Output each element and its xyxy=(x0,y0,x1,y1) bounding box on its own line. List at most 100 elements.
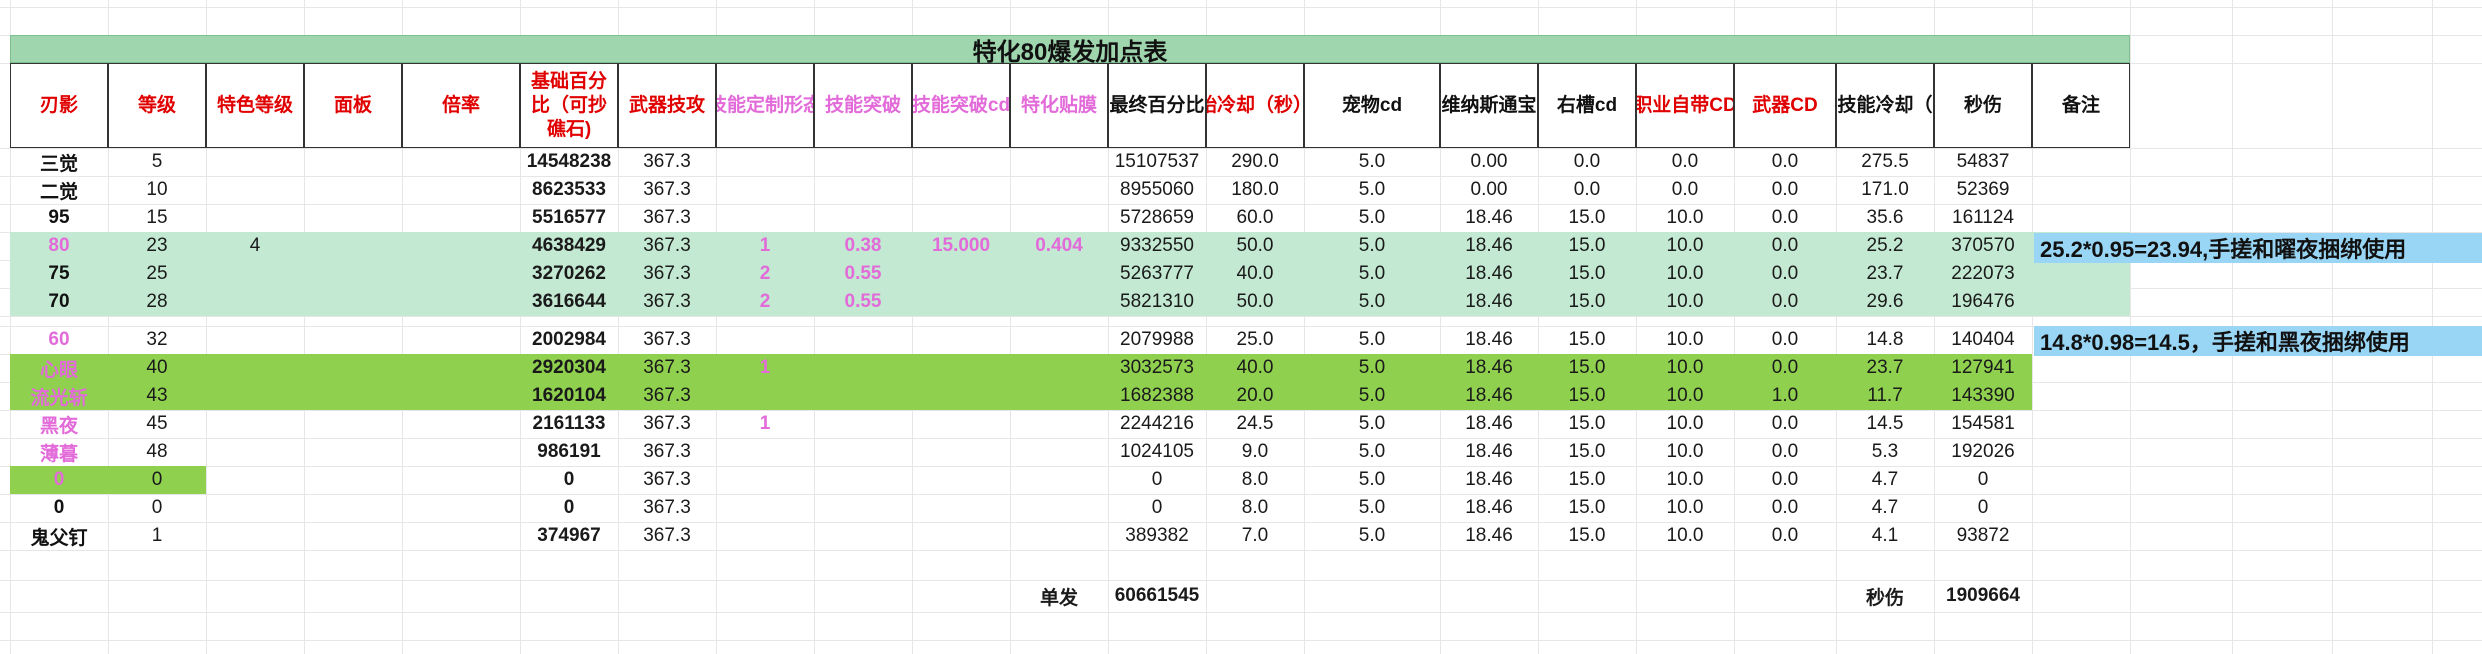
table-cell[interactable]: 60.0 xyxy=(1206,204,1304,232)
table-cell[interactable]: 0.0 xyxy=(1538,148,1636,176)
table-cell[interactable] xyxy=(912,466,1010,494)
table-cell[interactable]: 0.0 xyxy=(1734,260,1836,288)
table-cell[interactable]: 50.0 xyxy=(1206,288,1304,316)
table-cell[interactable]: 0.0 xyxy=(1734,176,1836,204)
table-cell[interactable]: 5516577 xyxy=(520,204,618,232)
table-cell[interactable]: 154581 xyxy=(1934,410,2032,438)
table-cell[interactable]: 3616644 xyxy=(520,288,618,316)
table-cell[interactable]: 367.3 xyxy=(618,494,716,522)
table-cell[interactable]: 367.3 xyxy=(618,204,716,232)
table-cell[interactable] xyxy=(716,438,814,466)
table-cell[interactable] xyxy=(402,494,520,522)
table-cell[interactable]: 18.46 xyxy=(1440,382,1538,410)
table-cell[interactable] xyxy=(2032,288,2130,316)
table-cell[interactable]: 10.0 xyxy=(1636,410,1734,438)
table-cell[interactable]: 二觉 xyxy=(10,176,108,204)
column-header[interactable]: 武器CD xyxy=(1734,63,1836,148)
table-cell[interactable] xyxy=(912,438,1010,466)
table-cell[interactable]: 18.46 xyxy=(1440,288,1538,316)
table-cell[interactable]: 367.3 xyxy=(618,410,716,438)
table-cell[interactable] xyxy=(716,494,814,522)
column-header[interactable]: 面板 xyxy=(304,63,402,148)
table-cell[interactable]: 2161133 xyxy=(520,410,618,438)
column-header[interactable]: 宠物cd xyxy=(1304,63,1440,148)
table-cell[interactable]: 5.3 xyxy=(1836,438,1934,466)
table-cell[interactable] xyxy=(1010,288,1108,316)
table-cell[interactable]: 40 xyxy=(108,354,206,382)
single-hit-value[interactable]: 60661545 xyxy=(1108,580,1206,612)
table-cell[interactable]: 52369 xyxy=(1934,176,2032,204)
table-cell[interactable]: 黑夜 xyxy=(10,410,108,438)
table-cell[interactable] xyxy=(912,326,1010,354)
table-cell[interactable]: 0.0 xyxy=(1734,410,1836,438)
table-cell[interactable]: 367.3 xyxy=(618,354,716,382)
table-cell[interactable]: 0 xyxy=(1934,466,2032,494)
table-cell[interactable]: 8623533 xyxy=(520,176,618,204)
table-cell[interactable]: 18.46 xyxy=(1440,494,1538,522)
table-cell[interactable]: 15 xyxy=(108,204,206,232)
column-header[interactable]: 技能定制形态 xyxy=(716,63,814,148)
table-cell[interactable]: 367.3 xyxy=(618,522,716,550)
table-cell[interactable]: 10.0 xyxy=(1636,260,1734,288)
column-header[interactable]: 维纳斯通宝 xyxy=(1440,63,1538,148)
table-cell[interactable]: 8.0 xyxy=(1206,466,1304,494)
table-cell[interactable] xyxy=(304,410,402,438)
column-header[interactable]: 右槽cd xyxy=(1538,63,1636,148)
table-cell[interactable] xyxy=(2032,204,2130,232)
table-cell[interactable] xyxy=(1010,326,1108,354)
table-cell[interactable]: 0.00 xyxy=(1440,148,1538,176)
column-header[interactable]: 技能冷却（ xyxy=(1836,63,1934,148)
table-cell[interactable]: 4.7 xyxy=(1836,466,1934,494)
table-cell[interactable] xyxy=(304,522,402,550)
table-cell[interactable]: 7.0 xyxy=(1206,522,1304,550)
table-cell[interactable]: 5.0 xyxy=(1304,232,1440,260)
table-cell[interactable]: 140404 xyxy=(1934,326,2032,354)
table-cell[interactable]: 35.6 xyxy=(1836,204,1934,232)
table-cell[interactable]: 5.0 xyxy=(1304,260,1440,288)
table-cell[interactable]: 143390 xyxy=(1934,382,2032,410)
spreadsheet-grid[interactable]: 特化80爆发加点表 刃影等级特色等级面板倍率基础百分比（可抄礁石)武器技攻技能定… xyxy=(0,0,2482,654)
table-cell[interactable]: 5728659 xyxy=(1108,204,1206,232)
table-cell[interactable]: 15107537 xyxy=(1108,148,1206,176)
column-header[interactable]: 始冷却（秒） xyxy=(1206,63,1304,148)
table-cell[interactable] xyxy=(304,438,402,466)
table-cell[interactable] xyxy=(716,176,814,204)
column-header[interactable]: 刃影 xyxy=(10,63,108,148)
table-cell[interactable] xyxy=(814,466,912,494)
column-header[interactable]: 职业自带CD xyxy=(1636,63,1734,148)
table-cell[interactable]: 5.0 xyxy=(1304,148,1440,176)
table-cell[interactable]: 0.55 xyxy=(814,260,912,288)
table-cell[interactable]: 15.0 xyxy=(1538,438,1636,466)
table-cell[interactable]: 18.46 xyxy=(1440,232,1538,260)
table-cell[interactable] xyxy=(912,288,1010,316)
table-cell[interactable]: 0 xyxy=(1108,494,1206,522)
table-cell[interactable] xyxy=(304,288,402,316)
table-cell[interactable] xyxy=(2032,148,2130,176)
table-cell[interactable]: 1.0 xyxy=(1734,382,1836,410)
table-cell[interactable]: 5.0 xyxy=(1304,494,1440,522)
table-cell[interactable]: 367.3 xyxy=(618,438,716,466)
table-cell[interactable]: 5.0 xyxy=(1304,204,1440,232)
table-cell[interactable]: 161124 xyxy=(1934,204,2032,232)
table-cell[interactable]: 5.0 xyxy=(1304,354,1440,382)
table-cell[interactable]: 10.0 xyxy=(1636,382,1734,410)
table-cell[interactable]: 15.0 xyxy=(1538,354,1636,382)
table-cell[interactable]: 48 xyxy=(108,438,206,466)
table-cell[interactable]: 0 xyxy=(108,494,206,522)
table-cell[interactable]: 25.2 xyxy=(1836,232,1934,260)
table-cell[interactable]: 367.3 xyxy=(618,260,716,288)
table-cell[interactable]: 1682388 xyxy=(1108,382,1206,410)
column-header[interactable]: 备注 xyxy=(2032,63,2130,148)
table-cell[interactable]: 60 xyxy=(10,326,108,354)
table-cell[interactable]: 367.3 xyxy=(618,288,716,316)
table-cell[interactable]: 鬼父钉 xyxy=(10,522,108,550)
table-cell[interactable]: 15.0 xyxy=(1538,232,1636,260)
table-cell[interactable] xyxy=(206,176,304,204)
table-cell[interactable] xyxy=(402,382,520,410)
table-cell[interactable] xyxy=(912,382,1010,410)
single-hit-label[interactable]: 单发 xyxy=(1010,580,1108,612)
table-cell[interactable]: 5.0 xyxy=(1304,288,1440,316)
table-cell[interactable] xyxy=(206,522,304,550)
table-cell[interactable] xyxy=(2032,176,2130,204)
table-cell[interactable]: 1024105 xyxy=(1108,438,1206,466)
